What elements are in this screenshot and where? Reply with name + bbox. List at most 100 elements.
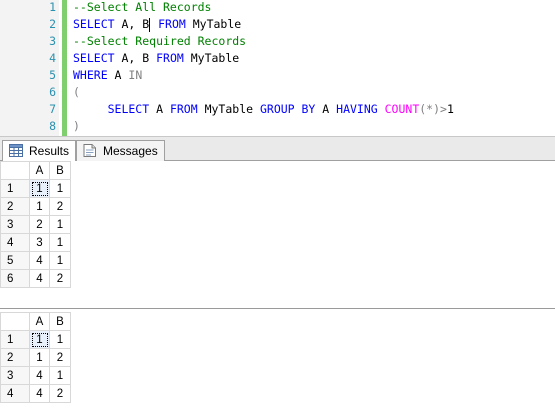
tab-messages-label: Messages xyxy=(103,144,158,158)
grid-cell[interactable]: 4 xyxy=(29,269,50,288)
column-header[interactable]: B xyxy=(49,312,71,331)
row-header[interactable]: 4 xyxy=(0,233,30,252)
table-row[interactable]: 212 xyxy=(0,348,71,367)
grid-cell[interactable]: 1 xyxy=(49,366,71,385)
table-row[interactable]: 541 xyxy=(0,251,71,270)
code-token: FROM xyxy=(156,51,184,65)
code-token: SELECT xyxy=(73,51,115,65)
row-header[interactable]: 2 xyxy=(0,348,30,367)
row-header[interactable]: 1 xyxy=(0,330,30,349)
column-header[interactable]: A xyxy=(29,161,50,180)
code-token: SELECT xyxy=(73,102,150,116)
grid-cell[interactable]: 2 xyxy=(49,384,71,403)
code-text: WHERE A IN xyxy=(73,67,142,84)
table-row[interactable]: 212 xyxy=(0,197,71,216)
code-token: MyTable xyxy=(197,102,260,116)
row-header[interactable]: 3 xyxy=(0,366,30,385)
grid-cell[interactable]: 1 xyxy=(29,330,50,349)
line-number: 6 xyxy=(49,85,56,99)
table-row[interactable]: 642 xyxy=(0,269,71,288)
row-header[interactable]: 1 xyxy=(0,179,30,198)
code-line[interactable]: 3 --Select Required Records xyxy=(0,33,555,50)
result-grid-1-panel: AB111212321431541642 xyxy=(0,161,555,309)
grid-cell[interactable]: 1 xyxy=(29,197,50,216)
grid-cell[interactable]: 2 xyxy=(29,215,50,234)
code-token: --Select All Records xyxy=(73,0,212,14)
line-number: 5 xyxy=(49,68,56,82)
code-token: MyTable xyxy=(185,17,242,31)
table-row[interactable]: 431 xyxy=(0,233,71,252)
code-token: COUNT xyxy=(384,102,420,116)
code-line[interactable]: 6( xyxy=(0,84,555,101)
sql-query-editor[interactable]: 1 --Select All Records 2 SELECT A, B FROM M… xyxy=(0,0,555,136)
code-token: GROUP BY xyxy=(259,102,316,116)
code-token: A xyxy=(107,68,129,82)
code-text: SELECT A, B FROM MyTable xyxy=(73,50,239,67)
grid-cell[interactable]: 2 xyxy=(49,269,71,288)
row-header[interactable]: 2 xyxy=(0,197,30,216)
tab-results[interactable]: Results xyxy=(2,140,77,163)
grid-cell[interactable]: 1 xyxy=(49,215,71,234)
grid-corner-cell[interactable] xyxy=(0,161,30,180)
grid-corner-cell[interactable] xyxy=(0,312,30,331)
code-token: ( xyxy=(73,85,80,99)
code-token: HAVING xyxy=(336,102,378,116)
column-header[interactable]: A xyxy=(29,312,50,331)
line-number: 3 xyxy=(49,34,56,48)
code-line[interactable]: 8) xyxy=(0,118,555,135)
grid-cell[interactable]: 1 xyxy=(49,251,71,270)
column-header[interactable]: B xyxy=(49,161,71,180)
grid-header-row: AB xyxy=(0,312,71,331)
code-line[interactable]: 4 SELECT A, B FROM MyTable xyxy=(0,50,555,67)
grid-cell[interactable]: 4 xyxy=(29,251,50,270)
row-header[interactable]: 4 xyxy=(0,384,30,403)
code-line[interactable]: 2 SELECT A, B FROM MyTable xyxy=(0,16,555,33)
grid-cell[interactable]: 1 xyxy=(49,179,71,198)
code-text: SELECT A, B FROM MyTable xyxy=(73,16,241,33)
grid-cell[interactable]: 4 xyxy=(29,366,50,385)
messages-icon xyxy=(83,144,96,157)
code-token: --Select Required Records xyxy=(73,34,247,48)
row-header[interactable]: 3 xyxy=(0,215,30,234)
grid-cell[interactable]: 1 xyxy=(49,233,71,252)
grid-cell[interactable]: 3 xyxy=(29,233,50,252)
code-token: FROM xyxy=(151,17,186,31)
results-tab-bar: Results Messages xyxy=(0,136,555,163)
tab-messages[interactable]: Messages xyxy=(76,140,165,162)
code-token: MyTable xyxy=(183,51,240,65)
code-token: ) xyxy=(73,119,80,133)
grid-cell[interactable]: 2 xyxy=(49,348,71,367)
line-number: 2 xyxy=(49,17,56,31)
row-header[interactable]: 5 xyxy=(0,251,30,270)
code-line[interactable]: 7 SELECT A FROM MyTable GROUP BY A HAVIN… xyxy=(0,101,555,118)
table-row[interactable]: 442 xyxy=(0,384,71,403)
code-token: IN xyxy=(128,68,143,82)
table-row[interactable]: 341 xyxy=(0,366,71,385)
table-row[interactable]: 321 xyxy=(0,215,71,234)
grid-cell[interactable]: 1 xyxy=(29,348,50,367)
grid-cell[interactable]: 2 xyxy=(49,197,71,216)
code-token: WHERE xyxy=(73,68,108,82)
code-token: FROM xyxy=(169,102,198,116)
code-text: SELECT A FROM MyTable GROUP BY A HAVING … xyxy=(73,101,454,118)
code-text: --Select Required Records xyxy=(73,33,246,50)
line-number: 7 xyxy=(49,102,56,116)
code-token: A, B xyxy=(114,51,157,65)
code-line[interactable]: 1 --Select All Records xyxy=(0,0,555,16)
line-number: 4 xyxy=(49,51,56,65)
result-grid-1: AB111212321431541642 xyxy=(0,161,71,288)
code-token: SELECT xyxy=(73,17,115,31)
table-row[interactable]: 111 xyxy=(0,179,71,198)
grid-cell[interactable]: 1 xyxy=(29,179,50,198)
table-row[interactable]: 111 xyxy=(0,330,71,349)
code-token: A xyxy=(315,102,337,116)
result-grid-2-panel: AB111212341442 xyxy=(0,309,555,415)
grid-cell[interactable]: 1 xyxy=(49,330,71,349)
code-token: A xyxy=(149,102,170,116)
row-header[interactable]: 6 xyxy=(0,269,30,288)
code-text: ( xyxy=(73,84,80,101)
grid-cell[interactable]: 4 xyxy=(29,384,50,403)
code-line[interactable]: 5 WHERE A IN xyxy=(0,67,555,84)
line-number: 8 xyxy=(49,119,56,133)
